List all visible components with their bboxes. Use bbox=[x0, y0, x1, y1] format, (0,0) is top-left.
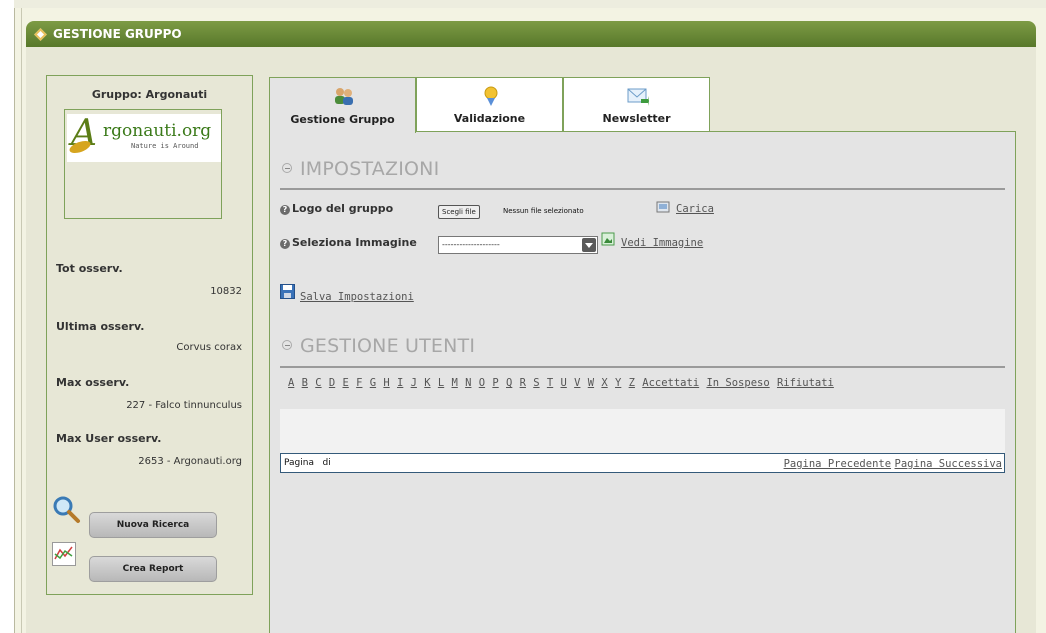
letter-link[interactable]: H bbox=[383, 377, 389, 389]
page-indicator: Pagina di bbox=[284, 458, 331, 468]
logo-brand-text: rgonauti.org bbox=[103, 121, 212, 141]
image-field-label: ? Seleziona Immagine bbox=[280, 236, 417, 249]
collapse-icon[interactable] bbox=[282, 340, 292, 350]
letter-link[interactable]: D bbox=[329, 377, 335, 389]
stat-value-tot: 10832 bbox=[210, 286, 242, 297]
tab-label: Validazione bbox=[453, 112, 526, 125]
letter-link[interactable]: J bbox=[411, 377, 417, 389]
letter-link[interactable]: R bbox=[520, 377, 526, 389]
mail-icon bbox=[627, 88, 649, 106]
view-image-link[interactable]: Vedi Immagine bbox=[621, 237, 703, 249]
page-title: GESTIONE GRUPPO bbox=[53, 27, 182, 41]
new-search-button[interactable]: Nuova Ricerca bbox=[89, 512, 217, 538]
alphabet-filter: A B C D E F G H I J K L M N O P Q R S T … bbox=[288, 377, 841, 389]
save-icon[interactable] bbox=[280, 284, 295, 299]
letter-link[interactable]: F bbox=[356, 377, 362, 389]
pagination-bar: Pagina di Pagina Precedente Pagina Succe… bbox=[280, 453, 1005, 473]
help-icon[interactable]: ? bbox=[280, 239, 290, 249]
logo-tagline: Nature is Around bbox=[131, 142, 199, 150]
stat-label-ultima: Ultima osserv. bbox=[56, 320, 145, 333]
tab-label: Newsletter bbox=[602, 112, 671, 125]
letter-link[interactable]: I bbox=[397, 377, 403, 389]
header-diamond-icon bbox=[34, 27, 47, 41]
letter-link[interactable]: L bbox=[438, 377, 444, 389]
stat-value-max: 227 - Falco tinnunculus bbox=[126, 400, 242, 411]
filter-accepted-link[interactable]: Accettati bbox=[642, 377, 699, 389]
stat-label-maxuser: Max User osserv. bbox=[56, 432, 162, 445]
image-icon[interactable] bbox=[601, 232, 615, 246]
group-logo-frame: A rgonauti.org Nature is Around bbox=[64, 109, 222, 219]
letter-link[interactable]: S bbox=[533, 377, 539, 389]
section-title-gestione-utenti[interactable]: GESTIONE UTENTI bbox=[282, 335, 475, 357]
stat-label-tot: Tot osserv. bbox=[56, 262, 123, 275]
group-logo: A rgonauti.org Nature is Around bbox=[67, 114, 221, 162]
letter-link[interactable]: Y bbox=[615, 377, 621, 389]
file-status-text: Nessun file selezionato bbox=[503, 207, 584, 215]
letter-link[interactable]: P bbox=[492, 377, 498, 389]
main-panel: IMPOSTAZIONI ? Logo del gruppo Scegli fil… bbox=[269, 131, 1016, 633]
filter-pending-link[interactable]: In Sospeso bbox=[706, 377, 769, 389]
letter-link[interactable]: W bbox=[588, 377, 594, 389]
stat-value-maxuser: 2653 - Argonauti.org bbox=[138, 456, 242, 467]
letter-link[interactable]: X bbox=[601, 377, 607, 389]
letter-link[interactable]: Z bbox=[629, 377, 635, 389]
create-report-button[interactable]: Crea Report bbox=[89, 556, 217, 582]
tab-gestione-gruppo[interactable]: Gestione Gruppo bbox=[269, 77, 416, 133]
letter-link[interactable]: O bbox=[479, 377, 485, 389]
users-results-area bbox=[280, 409, 1005, 453]
section-title-impostazioni[interactable]: IMPOSTAZIONI bbox=[282, 158, 439, 180]
group-title: Gruppo: Argonauti bbox=[91, 88, 208, 101]
letter-link[interactable]: M bbox=[452, 377, 458, 389]
letter-link[interactable]: U bbox=[561, 377, 567, 389]
previous-page-link[interactable]: Pagina Precedente bbox=[784, 458, 891, 470]
letter-link[interactable]: A bbox=[288, 377, 294, 389]
stat-value-ultima: Corvus corax bbox=[176, 342, 242, 353]
upload-icon[interactable] bbox=[656, 200, 670, 214]
stat-label-max: Max osserv. bbox=[56, 376, 130, 389]
letter-link[interactable]: B bbox=[302, 377, 308, 389]
magnifier-icon[interactable] bbox=[51, 494, 81, 524]
collapse-icon[interactable] bbox=[282, 163, 292, 173]
tab-newsletter[interactable]: Newsletter bbox=[563, 77, 710, 132]
letter-link[interactable]: N bbox=[465, 377, 471, 389]
letter-link[interactable]: T bbox=[547, 377, 553, 389]
image-select[interactable]: -------------------- bbox=[438, 236, 598, 254]
pager-links: Pagina Precedente Pagina Successiva bbox=[784, 457, 1002, 470]
letter-link[interactable]: G bbox=[370, 377, 376, 389]
award-icon bbox=[484, 86, 498, 106]
group-sidebar: Gruppo: Argonauti A rgonauti.org Nature … bbox=[46, 75, 253, 595]
choose-file-button[interactable]: Scegli file bbox=[438, 205, 480, 219]
letter-link[interactable]: Q bbox=[506, 377, 512, 389]
upload-link[interactable]: Carica bbox=[676, 203, 714, 215]
image-select-value: -------------------- bbox=[442, 240, 500, 249]
group-icon bbox=[335, 88, 353, 105]
chevron-down-icon[interactable] bbox=[582, 238, 596, 252]
save-settings-link[interactable]: Salva Impostazioni bbox=[300, 291, 414, 303]
chart-icon[interactable] bbox=[52, 542, 76, 566]
next-page-link[interactable]: Pagina Successiva bbox=[895, 458, 1002, 470]
section-header: GESTIONE GRUPPO bbox=[26, 21, 1036, 47]
letter-link[interactable]: K bbox=[424, 377, 430, 389]
letter-link[interactable]: E bbox=[343, 377, 349, 389]
section-divider bbox=[280, 366, 1005, 368]
section-divider bbox=[280, 188, 1005, 190]
logo-field-label: ? Logo del gruppo bbox=[280, 202, 393, 215]
filter-rejected-link[interactable]: Rifiutati bbox=[777, 377, 834, 389]
tab-label: Gestione Gruppo bbox=[290, 113, 395, 126]
letter-link[interactable]: C bbox=[315, 377, 321, 389]
tab-validazione[interactable]: Validazione bbox=[416, 77, 563, 132]
letter-link[interactable]: V bbox=[574, 377, 580, 389]
help-icon[interactable]: ? bbox=[280, 205, 290, 215]
